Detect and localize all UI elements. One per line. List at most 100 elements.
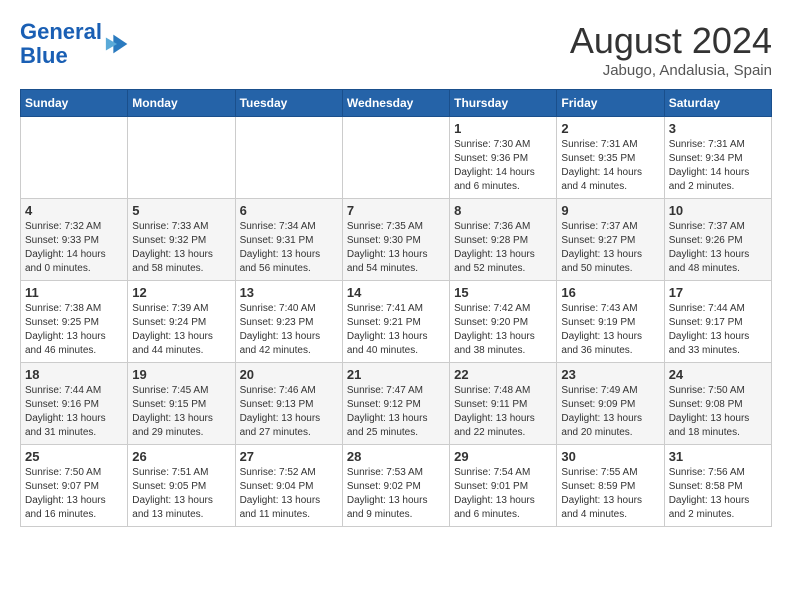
day-number: 12 bbox=[132, 285, 230, 300]
calendar-cell: 9 Sunrise: 7:37 AM Sunset: 9:27 PM Daylig… bbox=[557, 199, 664, 281]
day-number: 27 bbox=[240, 449, 338, 464]
weekday-header-thursday: Thursday bbox=[450, 90, 557, 117]
day-number: 11 bbox=[25, 285, 123, 300]
weekday-header-monday: Monday bbox=[128, 90, 235, 117]
day-info: Sunrise: 7:53 AM Sunset: 9:02 PM Dayligh… bbox=[347, 466, 445, 522]
day-number: 20 bbox=[240, 367, 338, 382]
day-number: 29 bbox=[454, 449, 552, 464]
day-number: 7 bbox=[347, 203, 445, 218]
calendar-cell: 17 Sunrise: 7:44 AM Sunset: 9:17 PM Dayli… bbox=[664, 281, 771, 363]
day-number: 24 bbox=[669, 367, 767, 382]
day-info: Sunrise: 7:40 AM Sunset: 9:23 PM Dayligh… bbox=[240, 302, 338, 358]
day-number: 17 bbox=[669, 285, 767, 300]
day-number: 22 bbox=[454, 367, 552, 382]
day-info: Sunrise: 7:31 AM Sunset: 9:35 PM Dayligh… bbox=[561, 138, 659, 194]
calendar-cell: 4Sunrise: 7:32 AM Sunset: 9:33 PM Daylig… bbox=[21, 199, 128, 281]
day-info: Sunrise: 7:39 AM Sunset: 9:24 PM Dayligh… bbox=[132, 302, 230, 358]
day-number: 30 bbox=[561, 449, 659, 464]
calendar-cell: 28 Sunrise: 7:53 AM Sunset: 9:02 PM Dayli… bbox=[342, 445, 449, 527]
day-info: Sunrise: 7:36 AM Sunset: 9:28 PM Dayligh… bbox=[454, 220, 552, 276]
calendar-cell bbox=[342, 117, 449, 199]
calendar-cell: 31 Sunrise: 7:56 AM Sunset: 8:58 PM Dayli… bbox=[664, 445, 771, 527]
calendar-cell: 26Sunrise: 7:51 AM Sunset: 9:05 PM Dayli… bbox=[128, 445, 235, 527]
month-year-title: August 2024 bbox=[570, 20, 772, 62]
calendar-cell: 3Sunrise: 7:31 AM Sunset: 9:34 PM Daylig… bbox=[664, 117, 771, 199]
day-info: Sunrise: 7:44 AM Sunset: 9:17 PM Dayligh… bbox=[669, 302, 767, 358]
day-number: 9 bbox=[561, 203, 659, 218]
calendar-cell: 2 Sunrise: 7:31 AM Sunset: 9:35 PM Daylig… bbox=[557, 117, 664, 199]
day-info: Sunrise: 7:41 AM Sunset: 9:21 PM Dayligh… bbox=[347, 302, 445, 358]
calendar-cell: 1 Sunrise: 7:30 AM Sunset: 9:36 PM Daylig… bbox=[450, 117, 557, 199]
weekday-header-tuesday: Tuesday bbox=[235, 90, 342, 117]
day-number: 3 bbox=[669, 121, 767, 136]
location-subtitle: Jabugo, Andalusia, Spain bbox=[570, 62, 772, 79]
day-info: Sunrise: 7:43 AM Sunset: 9:19 PM Dayligh… bbox=[561, 302, 659, 358]
calendar-cell: 18Sunrise: 7:44 AM Sunset: 9:16 PM Dayli… bbox=[21, 363, 128, 445]
calendar-week-2: 4Sunrise: 7:32 AM Sunset: 9:33 PM Daylig… bbox=[21, 199, 772, 281]
calendar-cell: 5 Sunrise: 7:33 AM Sunset: 9:32 PM Daylig… bbox=[128, 199, 235, 281]
day-number: 8 bbox=[454, 203, 552, 218]
day-info: Sunrise: 7:44 AM Sunset: 9:16 PM Dayligh… bbox=[25, 384, 123, 440]
day-number: 28 bbox=[347, 449, 445, 464]
calendar-week-1: 1 Sunrise: 7:30 AM Sunset: 9:36 PM Daylig… bbox=[21, 117, 772, 199]
title-block: August 2024 Jabugo, Andalusia, Spain bbox=[570, 20, 772, 79]
calendar-cell: 19Sunrise: 7:45 AM Sunset: 9:15 PM Dayli… bbox=[128, 363, 235, 445]
day-info: Sunrise: 7:33 AM Sunset: 9:32 PM Dayligh… bbox=[132, 220, 230, 276]
day-info: Sunrise: 7:52 AM Sunset: 9:04 PM Dayligh… bbox=[240, 466, 338, 522]
day-info: Sunrise: 7:37 AM Sunset: 9:27 PM Dayligh… bbox=[561, 220, 659, 276]
day-info: Sunrise: 7:50 AM Sunset: 9:07 PM Dayligh… bbox=[25, 466, 123, 522]
day-info: Sunrise: 7:46 AM Sunset: 9:13 PM Dayligh… bbox=[240, 384, 338, 440]
calendar-table: SundayMondayTuesdayWednesdayThursdayFrid… bbox=[20, 89, 772, 527]
calendar-cell: 30 Sunrise: 7:55 AM Sunset: 8:59 PM Dayli… bbox=[557, 445, 664, 527]
day-number: 23 bbox=[561, 367, 659, 382]
day-number: 5 bbox=[132, 203, 230, 218]
day-number: 10 bbox=[669, 203, 767, 218]
calendar-cell: 6Sunrise: 7:34 AM Sunset: 9:31 PM Daylig… bbox=[235, 199, 342, 281]
weekday-row: SundayMondayTuesdayWednesdayThursdayFrid… bbox=[21, 90, 772, 117]
day-info: Sunrise: 7:50 AM Sunset: 9:08 PM Dayligh… bbox=[669, 384, 767, 440]
calendar-cell bbox=[235, 117, 342, 199]
calendar-cell: 10Sunrise: 7:37 AM Sunset: 9:26 PM Dayli… bbox=[664, 199, 771, 281]
logo: General Blue bbox=[20, 20, 132, 68]
calendar-cell: 25 Sunrise: 7:50 AM Sunset: 9:07 PM Dayli… bbox=[21, 445, 128, 527]
calendar-cell: 24 Sunrise: 7:50 AM Sunset: 9:08 PM Dayli… bbox=[664, 363, 771, 445]
day-info: Sunrise: 7:30 AM Sunset: 9:36 PM Dayligh… bbox=[454, 138, 552, 194]
day-info: Sunrise: 7:34 AM Sunset: 9:31 PM Dayligh… bbox=[240, 220, 338, 276]
calendar-cell: 15 Sunrise: 7:42 AM Sunset: 9:20 PM Dayli… bbox=[450, 281, 557, 363]
day-number: 13 bbox=[240, 285, 338, 300]
day-number: 31 bbox=[669, 449, 767, 464]
day-info: Sunrise: 7:56 AM Sunset: 8:58 PM Dayligh… bbox=[669, 466, 767, 522]
calendar-cell: 27 Sunrise: 7:52 AM Sunset: 9:04 PM Dayli… bbox=[235, 445, 342, 527]
calendar-header: SundayMondayTuesdayWednesdayThursdayFrid… bbox=[21, 90, 772, 117]
day-number: 1 bbox=[454, 121, 552, 136]
calendar-cell: 29 Sunrise: 7:54 AM Sunset: 9:01 PM Dayli… bbox=[450, 445, 557, 527]
calendar-cell: 12 Sunrise: 7:39 AM Sunset: 9:24 PM Dayli… bbox=[128, 281, 235, 363]
calendar-cell bbox=[21, 117, 128, 199]
day-number: 15 bbox=[454, 285, 552, 300]
calendar-week-3: 11 Sunrise: 7:38 AM Sunset: 9:25 PM Dayli… bbox=[21, 281, 772, 363]
day-info: Sunrise: 7:42 AM Sunset: 9:20 PM Dayligh… bbox=[454, 302, 552, 358]
day-number: 2 bbox=[561, 121, 659, 136]
weekday-header-friday: Friday bbox=[557, 90, 664, 117]
day-number: 25 bbox=[25, 449, 123, 464]
day-info: Sunrise: 7:49 AM Sunset: 9:09 PM Dayligh… bbox=[561, 384, 659, 440]
calendar-cell: 23 Sunrise: 7:49 AM Sunset: 9:09 PM Dayli… bbox=[557, 363, 664, 445]
day-number: 26 bbox=[132, 449, 230, 464]
logo-icon bbox=[104, 30, 132, 58]
calendar-cell bbox=[128, 117, 235, 199]
day-number: 19 bbox=[132, 367, 230, 382]
calendar-cell: 13 Sunrise: 7:40 AM Sunset: 9:23 PM Dayli… bbox=[235, 281, 342, 363]
page-header: General Blue August 2024 Jabugo, Andalus… bbox=[20, 20, 772, 79]
calendar-week-5: 25 Sunrise: 7:50 AM Sunset: 9:07 PM Dayli… bbox=[21, 445, 772, 527]
weekday-header-saturday: Saturday bbox=[664, 90, 771, 117]
day-info: Sunrise: 7:32 AM Sunset: 9:33 PM Dayligh… bbox=[25, 220, 123, 276]
day-info: Sunrise: 7:38 AM Sunset: 9:25 PM Dayligh… bbox=[25, 302, 123, 358]
day-info: Sunrise: 7:54 AM Sunset: 9:01 PM Dayligh… bbox=[454, 466, 552, 522]
calendar-cell: 11 Sunrise: 7:38 AM Sunset: 9:25 PM Dayli… bbox=[21, 281, 128, 363]
calendar-cell: 21Sunrise: 7:47 AM Sunset: 9:12 PM Dayli… bbox=[342, 363, 449, 445]
weekday-header-wednesday: Wednesday bbox=[342, 90, 449, 117]
calendar-cell: 22Sunrise: 7:48 AM Sunset: 9:11 PM Dayli… bbox=[450, 363, 557, 445]
weekday-header-sunday: Sunday bbox=[21, 90, 128, 117]
day-info: Sunrise: 7:47 AM Sunset: 9:12 PM Dayligh… bbox=[347, 384, 445, 440]
day-info: Sunrise: 7:55 AM Sunset: 8:59 PM Dayligh… bbox=[561, 466, 659, 522]
